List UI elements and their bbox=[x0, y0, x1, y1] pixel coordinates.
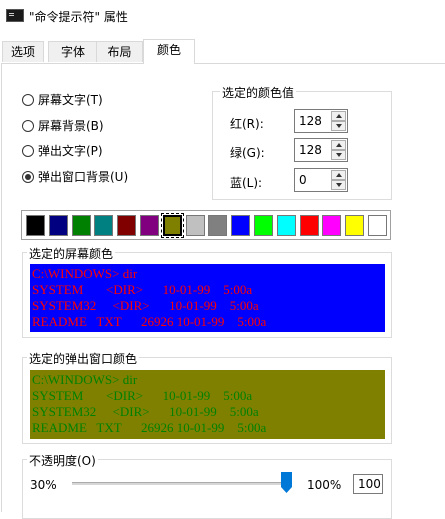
radio-popup-background[interactable]: 弹出窗口背景(U) bbox=[22, 168, 128, 185]
preview-line: README TXT 26926 10-01-99 5:00a bbox=[32, 314, 267, 329]
radio-label: 弹出窗口背景(U) bbox=[38, 170, 129, 184]
palette-swatch[interactable] bbox=[231, 215, 251, 236]
palette-swatch[interactable] bbox=[368, 215, 387, 236]
opacity-slider-thumb[interactable] bbox=[281, 472, 292, 493]
radio-popup-text[interactable]: 弹出文字(P) bbox=[22, 142, 103, 159]
blue-spinner[interactable]: 0 bbox=[294, 168, 348, 192]
blue-value[interactable]: 0 bbox=[299, 173, 307, 187]
opacity-slider-track[interactable] bbox=[72, 482, 290, 485]
preview-line: C:\WINDOWS> dir bbox=[32, 372, 138, 387]
radio-indicator bbox=[22, 93, 34, 106]
preview-line: SYSTEM32 <DIR> 10-01-99 5:00a bbox=[32, 298, 259, 313]
opacity-min-label: 30% bbox=[30, 478, 57, 492]
palette-swatch[interactable] bbox=[322, 215, 342, 236]
screen-color-preview: C:\WINDOWS> dir SYSTEM <DIR> 10-01-99 5:… bbox=[30, 264, 385, 332]
radio-indicator bbox=[22, 144, 34, 157]
color-palette bbox=[21, 210, 391, 240]
palette-swatch[interactable] bbox=[26, 215, 45, 236]
palette-swatch[interactable] bbox=[254, 215, 273, 236]
green-value[interactable]: 128 bbox=[299, 143, 322, 157]
radio-screen-text[interactable]: 屏幕文字(T) bbox=[22, 91, 103, 108]
tab-layout[interactable]: 布局 bbox=[96, 41, 143, 62]
green-increment-button[interactable] bbox=[331, 140, 346, 150]
radio-label: 屏幕文字(T) bbox=[38, 93, 103, 107]
screen-colors-label: 选定的屏幕颜色 bbox=[27, 245, 116, 262]
palette-swatch[interactable] bbox=[276, 215, 296, 236]
selected-color-values-label: 选定的颜色值 bbox=[220, 84, 297, 101]
palette-swatch[interactable] bbox=[94, 215, 114, 236]
console-app-icon bbox=[6, 9, 24, 22]
blue-increment-button[interactable] bbox=[331, 170, 346, 180]
blue-label: 蓝(L): bbox=[230, 176, 263, 190]
palette-swatch[interactable] bbox=[185, 215, 205, 236]
tab-options[interactable]: 选项 bbox=[2, 41, 44, 62]
green-label: 绿(G): bbox=[230, 146, 265, 160]
palette-swatch[interactable] bbox=[299, 215, 319, 236]
opacity-label: 不透明度(O) bbox=[27, 452, 98, 469]
preview-line: C:\WINDOWS> dir bbox=[32, 266, 138, 281]
red-increment-button[interactable] bbox=[331, 111, 346, 121]
red-spinner[interactable]: 128 bbox=[294, 109, 348, 133]
radio-indicator bbox=[22, 119, 34, 132]
green-decrement-button[interactable] bbox=[331, 150, 346, 160]
preview-line: README TXT 26926 10-01-99 5:00a bbox=[32, 420, 267, 435]
palette-swatch[interactable] bbox=[71, 215, 91, 236]
radio-indicator-selected bbox=[22, 170, 34, 183]
red-decrement-button[interactable] bbox=[331, 121, 346, 131]
palette-swatch[interactable] bbox=[140, 215, 159, 236]
preview-line: SYSTEM <DIR> 10-01-99 5:00a bbox=[32, 282, 253, 297]
title-bar: "命令提示符" 属性 bbox=[0, 0, 445, 31]
opacity-value-field[interactable]: 100 bbox=[353, 474, 383, 494]
palette-swatch[interactable] bbox=[345, 215, 365, 236]
popup-colors-label: 选定的弹出窗口颜色 bbox=[27, 350, 140, 367]
palette-swatch[interactable] bbox=[208, 215, 228, 236]
preview-line: SYSTEM <DIR> 10-01-99 5:00a bbox=[32, 388, 253, 403]
radio-label: 屏幕背景(B) bbox=[38, 119, 104, 133]
blue-decrement-button[interactable] bbox=[331, 180, 346, 190]
popup-color-preview: C:\WINDOWS> dir SYSTEM <DIR> 10-01-99 5:… bbox=[30, 370, 385, 439]
palette-swatch[interactable] bbox=[117, 215, 137, 236]
radio-screen-background[interactable]: 屏幕背景(B) bbox=[22, 117, 104, 134]
green-spinner[interactable]: 128 bbox=[294, 138, 348, 162]
radio-label: 弹出文字(P) bbox=[38, 144, 103, 158]
tab-strip: 选项 字体 布局 颜色 bbox=[0, 39, 445, 64]
tab-font[interactable]: 字体 bbox=[48, 41, 98, 62]
red-label: 红(R): bbox=[230, 117, 264, 131]
preview-line: SYSTEM32 <DIR> 10-01-99 5:00a bbox=[32, 404, 259, 419]
tab-colors[interactable]: 颜色 bbox=[143, 39, 195, 64]
palette-swatch[interactable] bbox=[48, 215, 68, 236]
palette-swatch[interactable] bbox=[160, 213, 184, 238]
red-value[interactable]: 128 bbox=[299, 114, 322, 128]
window-title: "命令提示符" 属性 bbox=[29, 10, 128, 24]
opacity-max-label: 100% bbox=[307, 478, 342, 492]
